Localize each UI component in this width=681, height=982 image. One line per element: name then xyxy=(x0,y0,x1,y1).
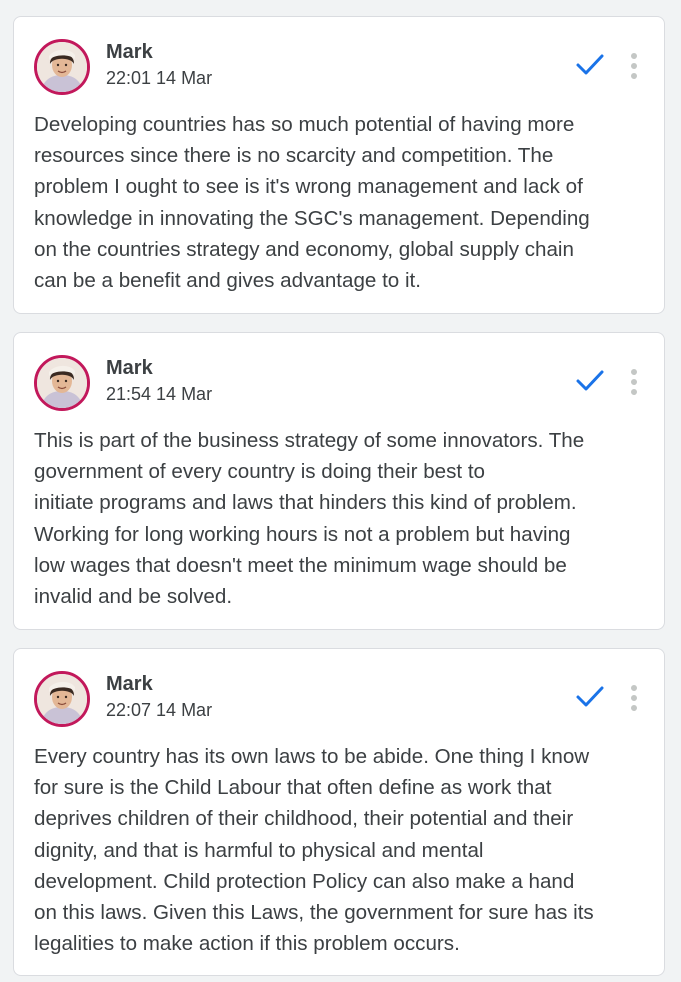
author-name: Mark xyxy=(106,673,153,695)
more-vert-icon[interactable] xyxy=(626,683,642,713)
more-vert-icon[interactable] xyxy=(626,367,642,397)
author-name: Mark xyxy=(106,41,153,63)
check-icon[interactable] xyxy=(574,683,606,711)
comment-timestamp: 22:07 14 Mar xyxy=(106,700,213,720)
more-vert-icon[interactable] xyxy=(626,51,642,81)
comment-card: Mark 21:54 14 Mar This is part of the bu… xyxy=(13,332,665,630)
comment-feed: Mark 22:01 14 Mar Developing countries h… xyxy=(0,0,681,982)
avatar[interactable] xyxy=(34,671,90,727)
author-name: Mark xyxy=(106,357,153,379)
comment-card: Mark 22:01 14 Mar Developing countries h… xyxy=(13,16,665,314)
check-icon[interactable] xyxy=(574,51,606,79)
comment-text: Developing countries has so much potenti… xyxy=(34,113,590,293)
comment-timestamp: 21:54 14 Mar xyxy=(106,384,213,404)
comment-timestamp: 22:01 14 Mar xyxy=(106,68,213,88)
avatar[interactable] xyxy=(34,355,90,411)
avatar[interactable] xyxy=(34,39,90,95)
comment-text: This is part of the business strategy of… xyxy=(34,429,585,609)
comment-card: Mark 22:07 14 Mar Every country has its … xyxy=(13,648,665,976)
comment-text: Every country has its own laws to be abi… xyxy=(34,745,594,956)
check-icon[interactable] xyxy=(574,367,606,395)
